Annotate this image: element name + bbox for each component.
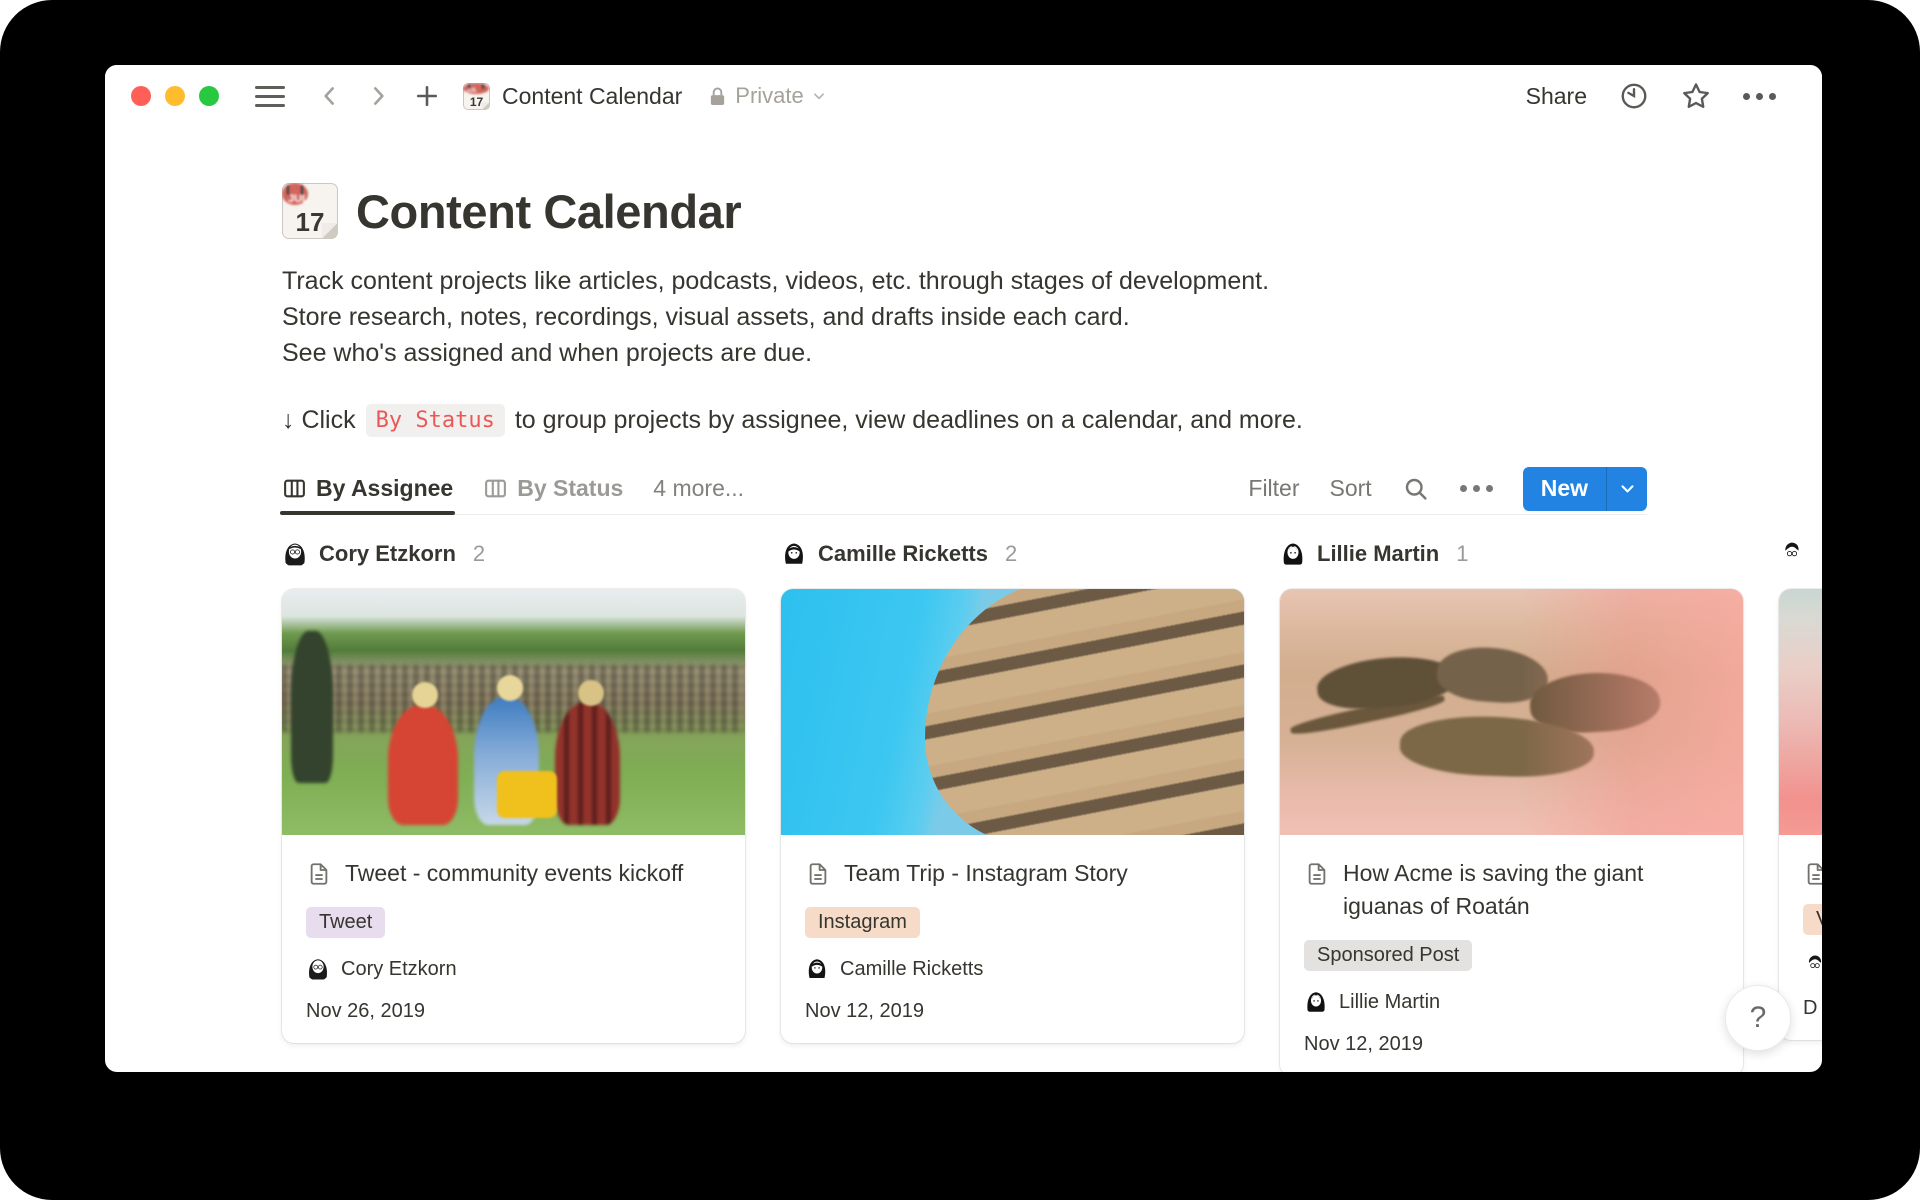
chevron-down-icon [812,89,826,103]
column-header[interactable]: Camille Ricketts 2 [781,537,1244,571]
page-favicon-calendar-icon: JUL17 [463,83,490,110]
board-column-camille: Camille Ricketts 2 Team Trip - Instagram… [781,537,1244,1072]
notion-window: JUL17 Content Calendar Private Share [105,65,1822,1072]
view-options-icon[interactable] [1460,485,1493,492]
card-partial[interactable]: V D [1779,589,1822,1040]
column-count: 2 [473,541,485,567]
column-header[interactable] [1779,537,1822,571]
card-assignee: Cory Etzkorn [306,957,721,981]
tab-by-assignee[interactable]: By Assignee [282,463,453,514]
window-titlebar: JUL17 Content Calendar Private Share [105,65,1822,127]
share-button[interactable]: Share [1526,83,1587,110]
page-title[interactable]: Content Calendar [356,184,741,239]
breadcrumb-page-title[interactable]: Content Calendar [502,83,682,110]
filter-button[interactable]: Filter [1248,475,1299,502]
sort-button[interactable]: Sort [1330,475,1372,502]
new-button[interactable]: New [1523,467,1647,511]
column-count: 1 [1456,541,1468,567]
page-icon-calendar[interactable]: JUL 17 [282,183,338,239]
card-assignee: Lillie Martin [1304,990,1719,1014]
avatar-lillie-martin [1304,990,1328,1014]
column-header[interactable]: Lillie Martin 1 [1280,537,1743,571]
card-due-date: Nov 12, 2019 [805,1000,1220,1023]
sidebar-menu-icon[interactable] [255,86,285,107]
minimize-window-button[interactable] [165,86,185,106]
forward-icon[interactable] [365,83,391,109]
lock-icon [708,86,727,107]
board-view-icon [483,476,508,501]
by-status-code-chip: By Status [366,404,505,437]
card-tweet-community-events[interactable]: Tweet - community events kickoff Tweet C… [282,589,745,1043]
privacy-selector[interactable]: Private [708,83,825,109]
zoom-window-button[interactable] [199,86,219,106]
board-column-lillie: Lillie Martin 1 How Acme is saving [1280,537,1743,1072]
page-doc-icon [306,861,332,887]
updates-clock-icon[interactable] [1619,81,1649,111]
help-button[interactable]: ? [1725,985,1791,1051]
page-description: Track content projects like articles, po… [282,263,1822,371]
card-cover-festival-photo [282,589,745,835]
card-assignee [1803,954,1822,978]
page-header: JUL 17 Content Calendar [282,183,1822,239]
board-view-icon [282,476,307,501]
instruction-line: ↓ Click By Status to group projects by a… [282,404,1822,437]
close-window-button[interactable] [131,86,151,106]
card-iguanas-article[interactable]: How Acme is saving the giant iguanas of … [1280,589,1743,1072]
search-icon[interactable] [1402,475,1430,503]
avatar-lillie-martin [1280,541,1306,567]
card-cover-iguanas-photo [1280,589,1743,835]
board-column-cory: Cory Etzkorn 2 [282,537,745,1072]
instruction-suffix: to group projects by assignee, view dead… [515,406,1303,435]
tag-sponsored-post: Sponsored Post [1304,940,1472,971]
card-cover-building-photo [781,589,1244,835]
avatar-camille-ricketts [781,541,807,567]
description-line: Store research, notes, recordings, visua… [282,299,1822,335]
avatar-cory-etzkorn [306,957,330,981]
privacy-label: Private [735,83,803,109]
card-due-date: Nov 26, 2019 [306,1000,721,1023]
avatar-cory-etzkorn [282,541,308,567]
card-team-trip[interactable]: Team Trip - Instagram Story Instagram Ca… [781,589,1244,1043]
card-due-date: D [1803,997,1822,1020]
card-due-date: Nov 12, 2019 [1304,1033,1719,1056]
new-page-icon[interactable] [413,82,441,110]
page-doc-icon [805,861,831,887]
avatar-partial-member [1803,954,1822,978]
column-count: 2 [1005,541,1017,567]
back-icon[interactable] [317,83,343,109]
avatar-partial-member [1779,541,1805,567]
instruction-prefix: ↓ Click [282,406,356,435]
more-views-button[interactable]: 4 more... [653,475,744,502]
column-header[interactable]: Cory Etzkorn 2 [282,537,745,571]
tag-instagram: Instagram [805,907,920,938]
page-doc-icon [1304,861,1330,887]
board-view: Cory Etzkorn 2 [282,537,1822,1072]
board-column-partial: V D [1779,537,1822,1072]
screenshot-backdrop: JUL17 Content Calendar Private Share [0,0,1920,1200]
tag-partial: V [1803,904,1822,935]
favorite-star-icon[interactable] [1681,81,1711,111]
description-line: Track content projects like articles, po… [282,263,1822,299]
description-line: See who's assigned and when projects are… [282,335,1822,371]
page-doc-icon [1803,861,1822,887]
traffic-lights [131,86,219,106]
more-options-icon[interactable] [1743,93,1776,100]
tag-tweet: Tweet [306,907,385,938]
tab-by-status[interactable]: By Status [483,463,623,514]
new-dropdown-chevron-icon[interactable] [1607,467,1647,511]
card-cover-gradient-photo [1779,589,1822,835]
card-assignee: Camille Ricketts [805,957,1220,981]
avatar-camille-ricketts [805,957,829,981]
view-toolbar: By Assignee By Status 4 more... Filter S… [282,463,1647,515]
